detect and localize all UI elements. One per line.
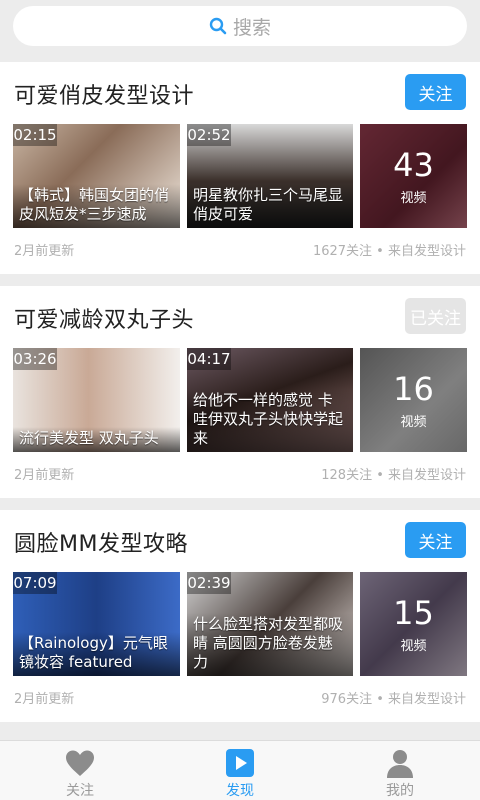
follow-button[interactable]: 关注 [405,74,466,110]
video-count: 43 [393,145,434,184]
update-time: 2月前更新 [14,244,75,259]
topic-card[interactable]: 可爱减龄双丸子头 已关注 03:26 流行美发型 双丸子头 04:17 给他不一… [0,286,480,498]
video-row: 03:26 流行美发型 双丸子头 04:17 给他不一样的感觉 卡哇伊双丸子头快… [13,348,467,452]
play-icon [226,749,254,777]
follow-meta: 128关注 • 来自发型设计 [321,468,466,483]
video-thumbnail[interactable]: 02:52 明星教你扎三个马尾显俏皮可爱 [187,124,353,228]
video-count: 15 [393,593,434,632]
followed-button[interactable]: 已关注 [405,298,466,334]
video-count-label: 视频 [400,638,427,654]
video-count-overlay: 15 视频 [360,572,467,676]
video-duration: 07:09 [13,572,57,594]
video-duration: 04:17 [187,348,231,370]
video-count-overlay: 16 视频 [360,348,467,452]
video-row: 07:09 【Rainology】元气眼镜妆容 featured 02:39 什… [13,572,467,676]
follow-meta: 1627关注 • 来自发型设计 [312,244,466,259]
card-footer: 2月前更新 976关注 • 来自发型设计 [14,688,466,707]
more-videos-tile[interactable]: 16 视频 [360,348,467,452]
video-duration: 02:39 [187,572,231,594]
more-videos-tile[interactable]: 15 视频 [360,572,467,676]
topic-title: 圆脸MM发型攻略 [14,532,188,557]
search-input[interactable]: 搜索 [13,6,467,46]
topic-title: 可爱减龄双丸子头 [14,308,195,333]
tab-label: 我的 [386,783,414,799]
heart-icon [66,750,94,776]
search-placeholder: 搜索 [232,16,271,39]
video-count: 16 [393,369,434,408]
video-row: 02:15 【韩式】韩国女团的俏皮风短发*三步速成 02:52 明星教你扎三个马… [13,124,467,228]
follow-button[interactable]: 关注 [405,522,466,558]
card-footer: 2月前更新 128关注 • 来自发型设计 [14,464,466,483]
search-area: 搜索 [0,0,480,60]
video-caption: 给他不一样的感觉 卡哇伊双丸子头快快学起来 [187,389,353,452]
video-count-overlay: 43 视频 [360,124,467,228]
video-caption: 流行美发型 双丸子头 [13,427,180,452]
bottom-tab-bar: 关注 发现 我的 [0,740,480,800]
update-time: 2月前更新 [14,468,75,483]
video-thumbnail[interactable]: 03:26 流行美发型 双丸子头 [13,348,180,452]
video-caption: 明星教你扎三个马尾显俏皮可爱 [187,184,353,228]
video-thumbnail[interactable]: 07:09 【Rainology】元气眼镜妆容 featured [13,572,180,676]
video-caption: 【韩式】韩国女团的俏皮风短发*三步速成 [13,184,180,228]
video-thumbnail[interactable]: 02:39 什么脸型搭对发型都吸睛 高圆圆方脸卷发魅力 [187,572,353,676]
tab-label: 关注 [66,783,94,799]
search-icon [209,17,227,35]
video-duration: 03:26 [13,348,57,370]
update-time: 2月前更新 [14,692,75,707]
tab-label: 发现 [226,783,254,799]
user-icon [387,750,413,778]
tab-mine[interactable]: 我的 [320,741,480,800]
video-count-label: 视频 [400,190,427,206]
topic-card[interactable]: 可爱俏皮发型设计 关注 02:15 【韩式】韩国女团的俏皮风短发*三步速成 02… [0,62,480,274]
video-caption: 【Rainology】元气眼镜妆容 featured [13,632,180,676]
topic-card[interactable]: 圆脸MM发型攻略 关注 07:09 【Rainology】元气眼镜妆容 feat… [0,510,480,722]
video-count-label: 视频 [400,414,427,430]
more-videos-tile[interactable]: 43 视频 [360,124,467,228]
video-thumbnail[interactable]: 02:15 【韩式】韩国女团的俏皮风短发*三步速成 [13,124,180,228]
video-caption: 什么脸型搭对发型都吸睛 高圆圆方脸卷发魅力 [187,613,353,676]
follow-meta: 976关注 • 来自发型设计 [321,692,466,707]
tab-discover[interactable]: 发现 [160,741,320,800]
tab-follow[interactable]: 关注 [0,741,160,800]
video-duration: 02:15 [13,124,57,146]
video-thumbnail[interactable]: 04:17 给他不一样的感觉 卡哇伊双丸子头快快学起来 [187,348,353,452]
topic-title: 可爱俏皮发型设计 [14,84,195,109]
video-duration: 02:52 [187,124,231,146]
card-footer: 2月前更新 1627关注 • 来自发型设计 [14,240,466,259]
